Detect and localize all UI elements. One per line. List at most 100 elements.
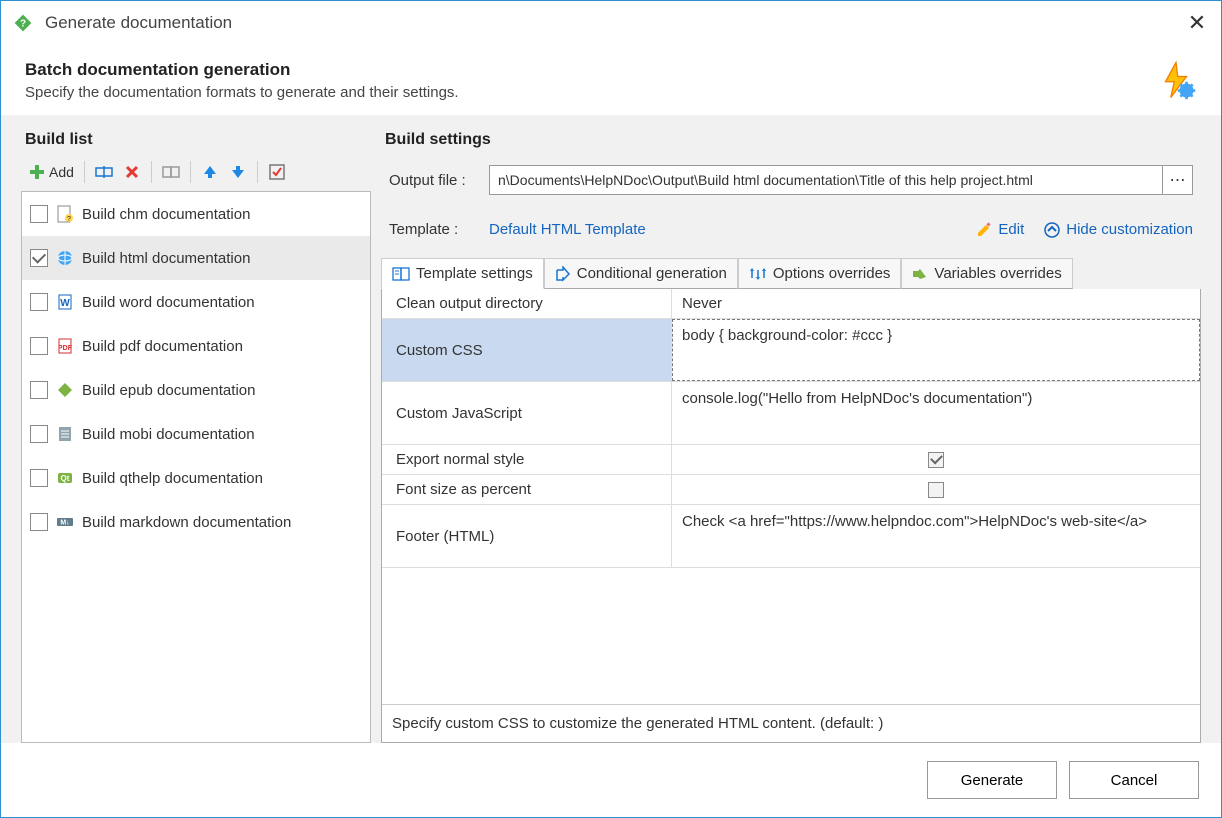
build-item[interactable]: Build mobi documentation [22,412,370,456]
qt-icon: Qt [56,469,74,487]
build-list-toolbar: Add [21,159,371,191]
svg-text:M↓: M↓ [60,520,69,527]
build-item[interactable]: W Build word documentation [22,280,370,324]
build-item-label: Build epub documentation [82,382,255,399]
build-item-label: Build word documentation [82,294,255,311]
hide-customization-button[interactable]: Hide customization [1044,221,1193,238]
build-list-panel: Build list Add [21,123,371,743]
build-item[interactable]: ? Build chm documentation [22,192,370,236]
setting-key: Footer (HTML) [382,505,672,567]
setting-value[interactable]: Check <a href="https://www.helpndoc.com"… [672,505,1200,567]
setting-checkbox[interactable] [928,482,944,498]
build-item-checkbox[interactable] [30,337,48,355]
build-item-label: Build mobi documentation [82,426,255,443]
svg-text:W: W [60,298,70,309]
word-icon: W [56,293,74,311]
tab-conditional-generation[interactable]: Conditional generation [544,258,738,289]
tab-icon [392,266,410,282]
tab-icon [912,266,928,282]
chm-icon: ? [56,205,74,223]
setting-row[interactable]: Export normal style [382,445,1200,475]
setting-row[interactable]: Footer (HTML)Check <a href="https://www.… [382,505,1200,568]
check-all-button[interactable] [264,159,290,185]
template-label: Template : [389,221,489,238]
setting-key: Clean output directory [382,289,672,318]
add-button[interactable]: Add [25,159,78,185]
build-item-checkbox[interactable] [30,513,48,531]
delete-button[interactable] [119,159,145,185]
build-item-label: Build chm documentation [82,206,250,223]
setting-value[interactable]: Never [672,289,1200,318]
settings-hint: Specify custom CSS to customize the gene… [382,704,1200,742]
setting-key: Custom JavaScript [382,382,672,444]
setting-value[interactable]: console.log("Hello from HelpNDoc's docum… [672,382,1200,444]
generate-button[interactable]: Generate [927,761,1057,799]
pencil-icon [976,222,992,238]
move-down-button[interactable] [225,159,251,185]
build-item-checkbox[interactable] [30,469,48,487]
build-item-checkbox[interactable] [30,205,48,223]
settings-tabs: Template settingsConditional generationO… [381,258,1201,289]
build-item-label: Build markdown documentation [82,514,291,531]
build-settings-panel: Build settings Output file : ⋯ Template … [381,123,1201,743]
output-file-input[interactable] [489,165,1163,195]
setting-row[interactable]: Clean output directoryNever [382,289,1200,319]
dialog-footer: Generate Cancel [1,743,1221,817]
output-file-browse-button[interactable]: ⋯ [1163,165,1193,195]
settings-grid[interactable]: Clean output directoryNeverCustom CSSbod… [382,289,1200,568]
build-item-label: Build pdf documentation [82,338,243,355]
edit-template-button[interactable]: Edit [976,221,1024,238]
move-up-button[interactable] [197,159,223,185]
tab-icon [555,266,571,282]
build-item-label: Build html documentation [82,250,250,267]
build-item[interactable]: M↓ Build markdown documentation [22,500,370,544]
build-item-checkbox[interactable] [30,381,48,399]
titlebar: ? Generate documentation ✕ [1,1,1221,45]
collapse-icon [1044,222,1060,238]
epub-icon [56,381,74,399]
setting-row[interactable]: Font size as percent [382,475,1200,505]
mobi-icon [56,425,74,443]
build-item-label: Build qthelp documentation [82,470,263,487]
setting-checkbox[interactable] [928,452,944,468]
build-settings-title: Build settings [381,123,1201,159]
content: Build list Add [1,115,1221,743]
setting-value[interactable]: body { background-color: #ccc } [672,319,1200,381]
close-button[interactable]: ✕ [1185,10,1209,36]
build-item[interactable]: Build html documentation [22,236,370,280]
svg-text:Qt: Qt [61,474,70,483]
duplicate-button[interactable] [158,159,184,185]
settings-grid-wrap: Clean output directoryNeverCustom CSSbod… [381,289,1201,743]
md-icon: M↓ [56,513,74,531]
svg-text:PDF: PDF [58,345,73,352]
dialog: ? Generate documentation ✕ Batch documen… [0,0,1222,818]
build-list-title: Build list [21,123,371,159]
cancel-button[interactable]: Cancel [1069,761,1199,799]
build-item-checkbox[interactable] [30,249,48,267]
dialog-title: Generate documentation [45,13,1185,33]
setting-key: Custom CSS [382,319,672,381]
build-list[interactable]: ? Build chm documentation Build html docum… [21,191,371,743]
build-item[interactable]: Qt Build qthelp documentation [22,456,370,500]
output-file-label: Output file : [389,172,489,189]
build-item-checkbox[interactable] [30,293,48,311]
setting-key: Font size as percent [382,475,672,504]
banner-subheading: Specify the documentation formats to gen… [25,84,1155,101]
setting-key: Export normal style [382,445,672,474]
app-icon: ? [13,13,33,33]
html-icon [56,249,74,267]
build-item-checkbox[interactable] [30,425,48,443]
tab-variables-overrides[interactable]: Variables overrides [901,258,1072,289]
tab-template-settings[interactable]: Template settings [381,258,544,289]
svg-text:?: ? [67,216,71,223]
rename-button[interactable] [91,159,117,185]
setting-row[interactable]: Custom JavaScriptconsole.log("Hello from… [382,382,1200,445]
tab-options-overrides[interactable]: Options overrides [738,258,902,289]
banner: Batch documentation generation Specify t… [1,45,1221,115]
tab-icon [749,266,767,282]
setting-row[interactable]: Custom CSSbody { background-color: #ccc … [382,319,1200,382]
pdf-icon: PDF [56,337,74,355]
build-item[interactable]: Build epub documentation [22,368,370,412]
template-name-link[interactable]: Default HTML Template [489,221,646,238]
build-item[interactable]: PDF Build pdf documentation [22,324,370,368]
